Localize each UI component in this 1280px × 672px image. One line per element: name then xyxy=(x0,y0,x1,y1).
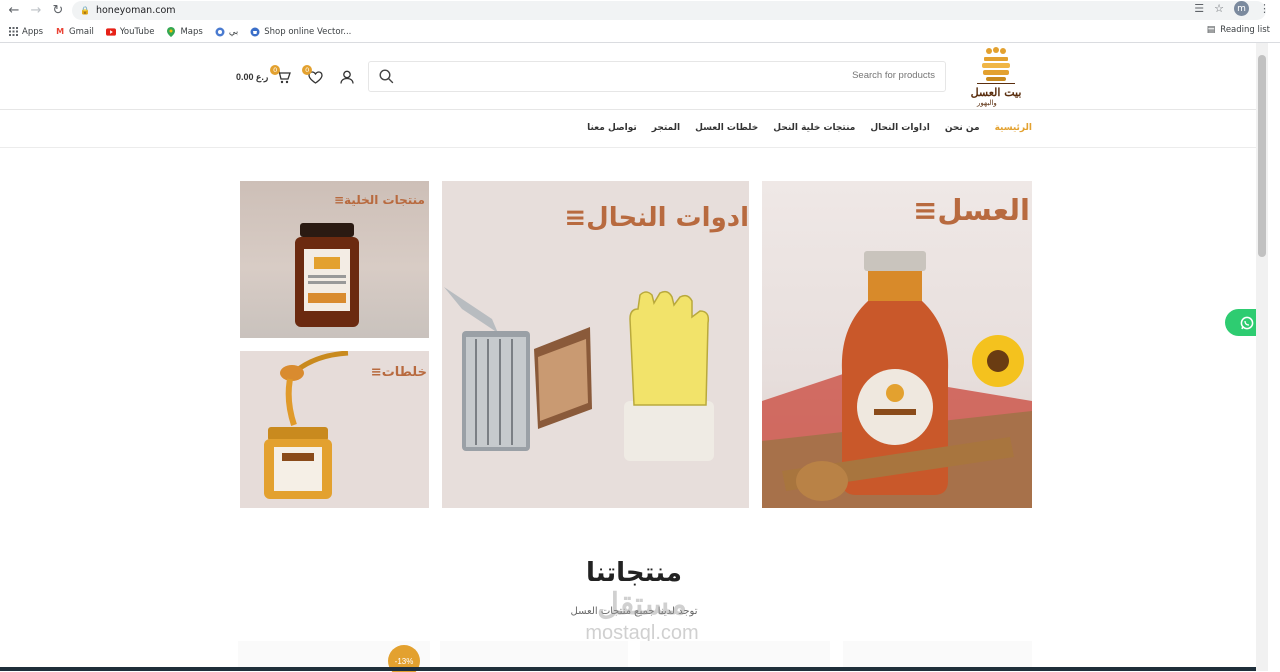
honey-spoon-jar-image xyxy=(264,351,349,499)
menu-bars-icon: ≡ xyxy=(913,193,938,227)
honey-jar-image xyxy=(295,223,359,327)
search-icon[interactable] xyxy=(379,69,395,85)
bookmark-apps[interactable]: Apps xyxy=(8,27,43,37)
cart-total[interactable]: 0.00 ر.ع xyxy=(236,72,268,83)
site-header: بيت العسل والبهور 0.00 ر.ع 0 0 xyxy=(0,43,1268,110)
tile-title-text: ادوات النحال xyxy=(586,203,749,233)
cart-button[interactable]: 0 xyxy=(270,65,292,86)
menu-bars-icon: ≡ xyxy=(333,193,345,207)
bookmark-label: Apps xyxy=(22,26,44,37)
honey-pot-logo-icon xyxy=(977,47,1015,84)
gmail-icon: M xyxy=(56,27,65,36)
lock-icon: 🔒 xyxy=(80,6,90,15)
site-logo[interactable]: بيت العسل والبهور xyxy=(959,47,1033,109)
nav-item-home[interactable]: الرئيسية xyxy=(995,123,1032,133)
bookmark-label: Maps xyxy=(180,26,203,37)
maps-pin-icon xyxy=(166,26,176,37)
tile-title-text: العسل xyxy=(937,193,1030,227)
reading-list-label: Reading list xyxy=(1220,25,1270,35)
reading-list[interactable]: ▤ Reading list xyxy=(1207,25,1270,35)
tile-title-text: خلطات xyxy=(381,365,427,380)
nav-item-honey-mixes[interactable]: خلطات العسل xyxy=(695,123,758,133)
youtube-icon xyxy=(105,27,116,37)
back-arrow-icon[interactable]: ← xyxy=(6,3,22,19)
category-tile-hive-products[interactable]: منتجات الخلية≡ xyxy=(240,181,429,338)
nav-item-about[interactable]: من نحن xyxy=(945,123,980,133)
account-button[interactable] xyxy=(338,68,356,86)
nav-item-hive-products[interactable]: منتجات خلية النحل xyxy=(773,123,855,133)
url-text: honeyoman.com xyxy=(95,5,176,16)
forward-arrow-icon[interactable]: → xyxy=(28,3,44,19)
whatsapp-icon xyxy=(1240,316,1253,329)
site-viewport: بيت العسل والبهور 0.00 ر.ع 0 0 xyxy=(0,43,1268,672)
watermark: مستقل mostaql.com xyxy=(562,588,722,644)
header-actions: 0.00 ر.ع 0 0 xyxy=(236,65,370,87)
user-icon xyxy=(340,70,354,84)
tile-title: منتجات الخلية≡ xyxy=(330,193,425,207)
translate-icon[interactable]: ☰ xyxy=(1194,2,1204,15)
wishlist-button[interactable]: 0 xyxy=(302,65,324,86)
bookmark-label: YouTube xyxy=(119,26,155,37)
scrollbar-thumb[interactable] xyxy=(1258,55,1266,257)
bookmark-label: Shop online Vector... xyxy=(264,26,352,37)
beekeeper-glove-image xyxy=(624,290,714,461)
reload-icon[interactable]: ↻ xyxy=(50,3,66,19)
bookmark-shop[interactable]: Shop online Vector... xyxy=(250,27,351,37)
bookmark-youtube[interactable]: YouTube xyxy=(105,26,155,37)
menu-bars-icon: ≡ xyxy=(564,203,587,233)
logo-subtitle: والبهور xyxy=(977,99,997,107)
tile-title-text: منتجات الخلية xyxy=(344,193,425,207)
shop-icon xyxy=(250,27,260,37)
address-bar[interactable]: 🔒 honeyoman.com xyxy=(72,1,1266,20)
bookmarks-bar: Apps M Gmail YouTube Maps بي Shop online… xyxy=(0,21,1280,43)
menu-kebab-icon[interactable]: ⋮ xyxy=(1259,2,1270,15)
reading-list-icon: ▤ xyxy=(1206,25,1216,35)
bookmark-gmail[interactable]: M Gmail xyxy=(55,27,94,37)
tile-title: ادوات النحال≡ xyxy=(560,203,749,233)
category-tile-honey-mixes[interactable]: خلطات≡ xyxy=(240,351,429,508)
page-scrollbar[interactable] xyxy=(1256,43,1268,671)
bookmark-label: Gmail xyxy=(69,26,94,37)
page-bottom-edge xyxy=(0,667,1268,671)
star-bookmark-icon[interactable]: ☆ xyxy=(1214,2,1224,15)
browser-toolbar: ← → ↻ 🔒 honeyoman.com ☰ ☆ m ⋮ xyxy=(0,0,1280,21)
tile-title: العسل≡ xyxy=(909,193,1030,227)
category-tile-honey[interactable]: العسل≡ xyxy=(762,181,1032,508)
bee-icon xyxy=(215,27,225,37)
bookmark-label: بي xyxy=(228,26,239,37)
search-input[interactable] xyxy=(435,70,935,81)
product-search xyxy=(368,61,946,92)
honey-bottle-image xyxy=(762,251,1032,508)
bookmark-bee[interactable]: بي xyxy=(215,27,238,37)
bee-smoker-image xyxy=(444,287,592,451)
nav-item-contact[interactable]: تواصل معنا xyxy=(587,123,637,133)
category-tile-beekeeper-tools[interactable]: ادوات النحال≡ xyxy=(442,181,749,508)
apps-grid-icon xyxy=(8,27,18,37)
menu-bars-icon: ≡ xyxy=(370,365,382,380)
nav-item-store[interactable]: المتجر xyxy=(652,123,680,133)
tile-title: خلطات≡ xyxy=(367,365,427,380)
watermark-arabic: مستقل xyxy=(597,588,687,621)
nav-item-beekeeper-tools[interactable]: اداوات النحال xyxy=(870,123,929,133)
profile-avatar[interactable]: m xyxy=(1234,1,1249,16)
section-title: منتجاتنا xyxy=(586,558,682,588)
main-navigation: الرئيسية من نحن اداوات النحال منتجات خلي… xyxy=(0,110,1268,148)
logo-name: بيت العسل xyxy=(970,86,1022,99)
bookmark-maps[interactable]: Maps xyxy=(166,26,203,37)
